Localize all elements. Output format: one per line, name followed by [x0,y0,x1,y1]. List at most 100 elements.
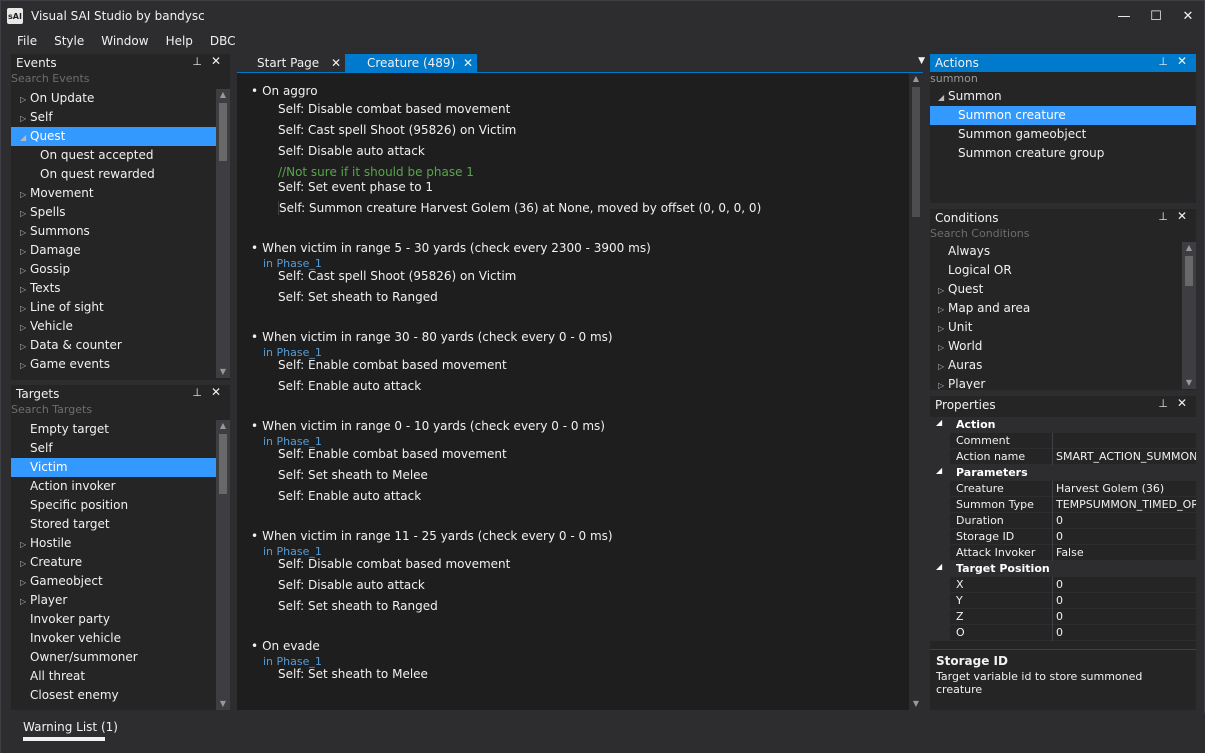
action-line[interactable]: Self: Set sheath to Melee [278,468,428,482]
action-line[interactable]: Self: Disable combat based movement [278,102,510,116]
scroll-down-icon[interactable]: ▼ [909,698,923,710]
triangle-down-icon[interactable]: ◢ [20,128,30,147]
triangle-down-icon[interactable]: ◢ [936,418,942,427]
action-line[interactable]: Self: Enable auto attack [278,489,421,503]
property-value[interactable]: 0 [1056,594,1063,607]
pin-icon[interactable]: ⊥ [192,386,202,399]
minimize-button[interactable]: — [1109,1,1139,31]
tree-item[interactable]: ▷ World [930,337,1182,356]
event-line[interactable]: • When victim in range 30 - 80 yards (che… [251,330,613,344]
tree-item[interactable]: ▷ Gameobject [11,572,216,591]
menu-file[interactable]: File [1,34,46,48]
menu-style[interactable]: Style [54,34,93,48]
property-value[interactable]: SMART_ACTION_SUMMON_CREATURE [1056,450,1196,463]
event-line[interactable]: • On evade [251,639,320,653]
targets-scrollbar[interactable]: ▲ ▼ [216,420,230,710]
close-icon[interactable]: ✕ [211,54,221,68]
triangle-right-icon[interactable]: ▷ [20,185,30,204]
triangle-right-icon[interactable]: ▷ [20,261,30,280]
tree-item[interactable]: Action invoker [11,477,216,496]
triangle-right-icon[interactable]: ▷ [20,90,30,109]
property-row[interactable]: Attack Invoker False [930,545,1196,561]
triangle-down-icon[interactable]: ◢ [938,88,948,107]
menu-dbc[interactable]: DBC [210,34,245,48]
tree-item[interactable]: ▷ Creature [11,553,216,572]
event-line[interactable]: • On aggro [251,84,318,98]
action-line[interactable]: Self: Enable auto attack [278,379,421,393]
close-icon[interactable]: ✕ [1177,209,1187,223]
property-value[interactable]: TEMPSUMMON_TIMED_OR_DEAD_DESPAWN [1056,498,1196,511]
action-line[interactable]: Self: Set sheath to Ranged [278,599,438,613]
tree-item[interactable]: ▷ Map and area [930,299,1182,318]
conditions-search-input[interactable]: Search Conditions [930,227,1196,241]
tab-creature[interactable]: Creature (489) ✕ [345,54,477,73]
scroll-thumb[interactable] [219,434,227,494]
tree-item[interactable]: ▷ Game events [11,355,216,374]
triangle-down-icon[interactable]: ◢ [936,466,942,475]
tree-item[interactable]: ▷ Player [930,375,1182,389]
property-group[interactable]: ◢ Parameters [930,465,1196,481]
close-icon[interactable]: ✕ [1177,54,1187,68]
triangle-right-icon[interactable]: ▷ [938,338,948,357]
tree-item[interactable]: ▷ Vehicle [11,317,216,336]
actions-search-input[interactable]: summon [930,72,1196,86]
scroll-up-icon[interactable]: ▲ [216,420,230,432]
close-icon[interactable]: ✕ [463,54,473,73]
triangle-right-icon[interactable]: ▷ [20,592,30,611]
tree-item[interactable]: ▷ Self [11,108,216,127]
property-row[interactable]: Storage ID 0 [930,529,1196,545]
tree-item[interactable]: Summon creature [930,106,1196,125]
scroll-down-icon[interactable]: ▼ [1182,377,1196,389]
targets-search-input[interactable]: Search Targets [11,403,230,417]
scroll-down-icon[interactable]: ▼ [216,366,230,378]
close-window-button[interactable]: ✕ [1173,1,1203,31]
action-line[interactable]: Self: Set event phase to 1 [278,180,433,194]
triangle-right-icon[interactable]: ▷ [20,337,30,356]
tab-start-page[interactable]: Start Page ✕ [237,54,345,73]
tree-item[interactable]: ▷ Summons [11,222,216,241]
triangle-right-icon[interactable]: ▷ [20,535,30,554]
property-group[interactable]: ◢ Action [930,417,1196,433]
event-line[interactable]: • When victim in range 5 - 30 yards (chec… [251,241,651,255]
tree-item[interactable]: Specific position [11,496,216,515]
tree-item[interactable]: Logical OR [930,261,1182,280]
property-value[interactable]: 0 [1056,530,1063,543]
tree-item[interactable]: ▷ Hostile [11,534,216,553]
tree-item[interactable]: Invoker party [11,610,216,629]
tree-item[interactable]: All threat [11,667,216,686]
pin-icon[interactable]: ⊥ [1158,210,1168,223]
triangle-right-icon[interactable]: ▷ [20,109,30,128]
close-icon[interactable]: ✕ [1177,396,1187,410]
property-row[interactable]: Summon Type TEMPSUMMON_TIMED_OR_DEAD_DESP… [930,497,1196,513]
property-row[interactable]: X0 [930,577,1196,593]
triangle-right-icon[interactable]: ▷ [20,223,30,242]
property-value[interactable]: 0 [1056,626,1063,639]
property-row[interactable]: Creature Harvest Golem (36) [930,481,1196,497]
triangle-right-icon[interactable]: ▷ [20,280,30,299]
triangle-right-icon[interactable]: ▷ [938,281,948,300]
property-row[interactable]: Comment [930,433,1196,449]
event-line[interactable]: • When victim in range 0 - 10 yards (chec… [251,419,605,433]
triangle-right-icon[interactable]: ▷ [20,318,30,337]
action-line[interactable]: Self: Disable auto attack [278,578,425,592]
tree-item[interactable]: ▷ Quest [930,280,1182,299]
scroll-up-icon[interactable]: ▲ [216,89,230,101]
property-row[interactable]: Duration 0 [930,513,1196,529]
pin-icon[interactable]: ⊥ [1158,55,1168,68]
tree-item[interactable]: ▷ On Update [11,89,216,108]
action-line[interactable]: Self: Disable auto attack [278,144,425,158]
triangle-right-icon[interactable]: ▷ [20,242,30,261]
tree-item[interactable]: ▷ Movement [11,184,216,203]
close-icon[interactable]: ✕ [331,54,341,73]
tree-item[interactable]: Summon gameobject [930,125,1196,144]
property-row[interactable]: Z0 [930,609,1196,625]
tree-item[interactable]: On quest accepted [11,146,216,165]
menu-help[interactable]: Help [166,34,202,48]
tree-item[interactable]: Stored target [11,515,216,534]
tree-item[interactable]: ▷ Data & counter [11,336,216,355]
action-line[interactable]: Self: Set sheath to Melee [278,667,428,681]
triangle-right-icon[interactable]: ▷ [938,357,948,376]
scroll-thumb[interactable] [912,87,920,217]
scroll-up-icon[interactable]: ▲ [1182,242,1196,254]
events-scrollbar[interactable]: ▲ ▼ [216,89,230,378]
